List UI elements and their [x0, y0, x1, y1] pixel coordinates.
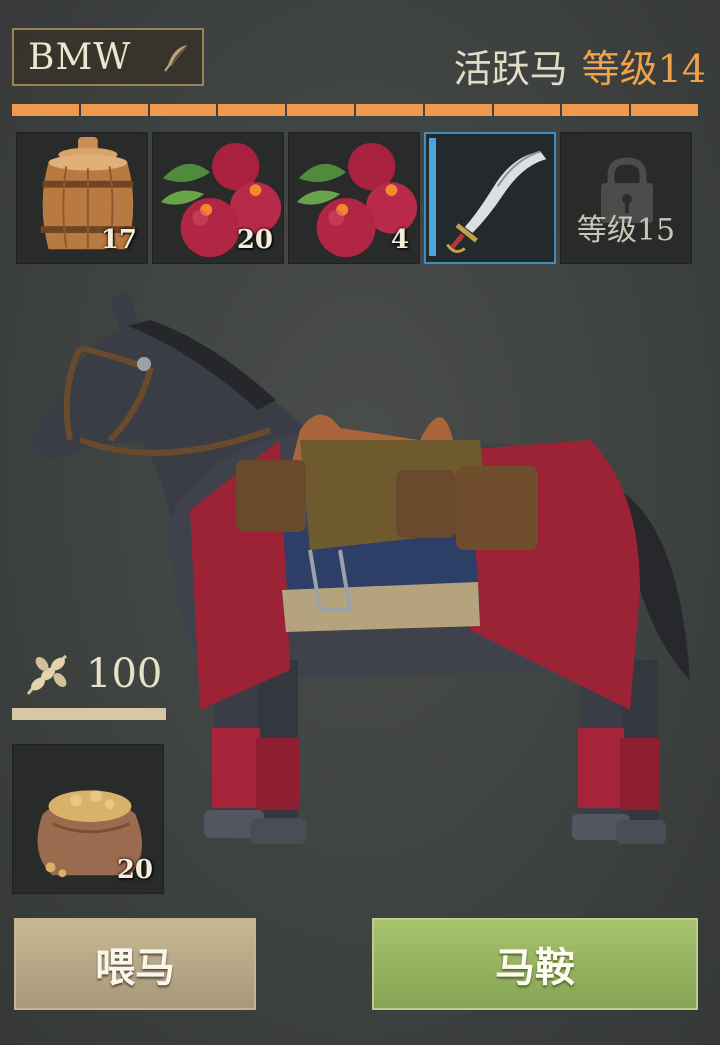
- stamina-segment: [424, 104, 492, 116]
- feed-item-slot[interactable]: 20: [12, 744, 164, 894]
- horse-level-label: 等级14: [581, 47, 706, 91]
- inventory-slot-barrel[interactable]: 17: [16, 132, 148, 264]
- slot-count: 17: [100, 225, 137, 255]
- feed-horse-button[interactable]: 喂马: [14, 918, 256, 1010]
- stamina-segment: [149, 104, 217, 116]
- sabre-icon: [446, 150, 547, 253]
- saddle-button[interactable]: 马鞍: [372, 918, 698, 1010]
- inventory-slot-locked: 等级15: [560, 132, 692, 264]
- stamina-segment: [355, 104, 423, 116]
- stamina-segment: [12, 104, 79, 116]
- forage-stock: 100: [22, 648, 162, 700]
- inventory-slot-sabre[interactable]: [424, 132, 556, 264]
- forage-value: 100: [86, 651, 163, 697]
- stamina-segment: [631, 104, 698, 116]
- unlock-level-label: 等级15: [576, 213, 676, 248]
- horse-type-label: 活跃马: [453, 47, 568, 91]
- rename-quill-icon[interactable]: [160, 42, 192, 74]
- stamina-bar: [12, 104, 698, 116]
- inventory-slot-berries[interactable]: 20: [152, 132, 284, 264]
- wheat-icon: [26, 654, 67, 695]
- equipment-slots: 17 20 4 等级15: [16, 132, 692, 264]
- slot-count: 20: [236, 225, 273, 255]
- stamina-segment: [80, 104, 148, 116]
- horse-name: BMW: [28, 36, 132, 78]
- stamina-segment: [493, 104, 561, 116]
- slot-count: 20: [116, 855, 153, 885]
- stamina-segment: [287, 104, 354, 116]
- slot-count: 4: [390, 225, 409, 255]
- horse-title: 活跃马 等级14: [454, 38, 706, 93]
- forage-underline: [12, 708, 166, 720]
- horse-name-box[interactable]: BMW: [12, 28, 204, 86]
- stamina-segment: [562, 104, 630, 116]
- inventory-slot-berries[interactable]: 4: [288, 132, 420, 264]
- stamina-segment: [218, 104, 286, 116]
